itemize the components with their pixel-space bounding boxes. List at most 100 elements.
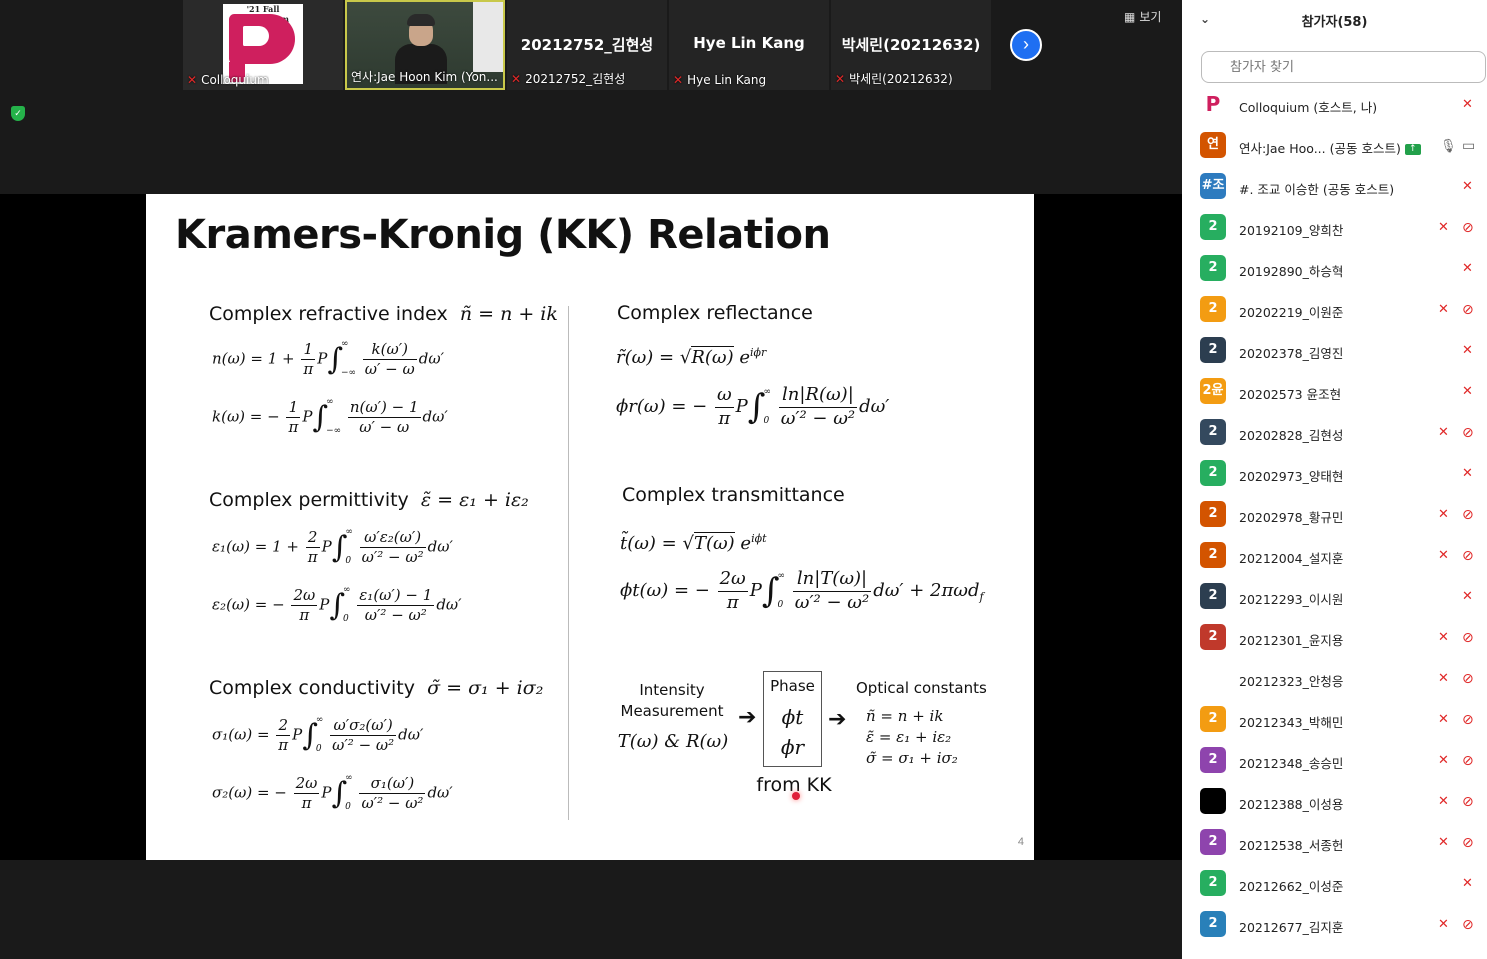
- camera-off-icon[interactable]: ⊘: [1462, 547, 1474, 564]
- participant-row[interactable]: 2 20202973_양태현 ✕: [1182, 453, 1487, 494]
- camera-icon[interactable]: ▭: [1462, 137, 1475, 154]
- participant-row[interactable]: 20212388_이성용 ✕ ⊘: [1182, 781, 1487, 822]
- camera-off-icon[interactable]: ⊘: [1462, 629, 1474, 646]
- camera-off-icon[interactable]: ⊘: [1462, 424, 1474, 441]
- mic-muted-icon[interactable]: ✕: [1438, 752, 1449, 768]
- participant-name-text: Colloquium (호스트, 나): [1239, 100, 1378, 115]
- camera-off-icon[interactable]: ⊘: [1462, 711, 1474, 728]
- participant-row[interactable]: 2 20212662_이성준 ✕: [1182, 863, 1487, 904]
- participant-row[interactable]: 2 20212538_서종헌 ✕ ⊘: [1182, 822, 1487, 863]
- security-shield-icon[interactable]: ✓: [11, 106, 25, 121]
- mic-muted-icon[interactable]: ✕: [1462, 588, 1473, 604]
- camera-off-icon[interactable]: ⊘: [1462, 793, 1474, 810]
- participant-name-text: 20212323_안청응: [1239, 674, 1344, 689]
- participant-row[interactable]: 2 20212343_박해민 ✕ ⊘: [1182, 699, 1487, 740]
- participant-name: 20212388_이성용: [1239, 794, 1343, 813]
- participant-row[interactable]: 2 20212677_김지훈 ✕ ⊘: [1182, 904, 1487, 945]
- mic-muted-icon[interactable]: ✕: [1438, 301, 1449, 317]
- avatar: 2: [1200, 542, 1226, 568]
- participants-panel: ⌄ 참가자(58) P Colloquium (호스트, 나) ✕ 연 연사:Jae H…: [1182, 0, 1487, 959]
- tile-name: 연사:Jae Hoon Kim (Yon...: [351, 70, 498, 84]
- participant-name: Colloquium (호스트, 나): [1239, 97, 1377, 116]
- mic-muted-icon[interactable]: ✕: [1438, 793, 1449, 809]
- camera-off-icon[interactable]: ⊘: [1462, 219, 1474, 236]
- slide-page-number: 4: [1017, 836, 1024, 848]
- participant-row[interactable]: 2 20202378_김영진 ✕: [1182, 330, 1487, 371]
- participant-name: 20192109_양희찬: [1239, 220, 1343, 239]
- mic-muted-icon[interactable]: ✕: [1462, 875, 1473, 891]
- camera-off-icon[interactable]: ⊘: [1462, 301, 1474, 318]
- mic-muted-icon[interactable]: ✕: [1438, 916, 1449, 932]
- participant-row[interactable]: 2 20212301_윤지용 ✕ ⊘: [1182, 617, 1487, 658]
- chevron-down-icon[interactable]: ⌄: [1200, 12, 1210, 26]
- participant-row[interactable]: 2윤 20202573 윤조현 ✕: [1182, 371, 1487, 412]
- view-button[interactable]: ▦ 보기: [1124, 8, 1161, 25]
- equation-sigma2: σ₂(ω) = − 2ω π P∫ ∞ 0 σ₁(ω′) ω′² − ω² dω′: [212, 773, 453, 813]
- avatar: #조: [1200, 173, 1226, 199]
- participant-name: 20212301_윤지용: [1239, 630, 1343, 649]
- participant-row[interactable]: 2 20202219_이원준 ✕ ⊘: [1182, 289, 1487, 330]
- participant-row[interactable]: #조 #. 조교 이승한 (공동 호스트) ✕: [1182, 166, 1487, 207]
- intensity-label-2: Measurement: [620, 702, 724, 720]
- avatar: 2: [1200, 747, 1226, 773]
- equation-eps1: ε₁(ω) = 1 + 2 π P∫ ∞ 0 ω′ε₂(ω′) ω′² − ω² dω′: [212, 527, 453, 567]
- mic-muted-icon[interactable]: ✕: [1438, 506, 1449, 522]
- mic-muted-icon[interactable]: ✕: [1438, 834, 1449, 850]
- slide-title: Kramers-Kronig (KK) Relation: [175, 212, 831, 258]
- colloquium-logo: '21 Fall Colloquium: [223, 4, 303, 84]
- participant-row[interactable]: 2 20212004_설지훈 ✕ ⊘: [1182, 535, 1487, 576]
- mic-muted-icon[interactable]: ✕: [1438, 670, 1449, 686]
- mic-muted-icon[interactable]: ✕: [1438, 219, 1449, 235]
- intensity-vars: T(ω) & R(ω): [617, 731, 729, 752]
- mic-muted-icon[interactable]: ✕: [1462, 465, 1473, 481]
- avatar: 2: [1200, 255, 1226, 281]
- participant-search-input[interactable]: [1201, 51, 1486, 83]
- mic-muted-icon[interactable]: ✕: [1438, 547, 1449, 563]
- participant-row[interactable]: 2 20212348_송승민 ✕ ⊘: [1182, 740, 1487, 781]
- slide-divider: [568, 306, 569, 820]
- video-tile-speaker[interactable]: 연사:Jae Hoon Kim (Yon...: [345, 0, 505, 90]
- participant-name-text: 20202978_황규민: [1239, 510, 1344, 525]
- camera-off-icon[interactable]: ⊘: [1462, 506, 1474, 523]
- camera-off-icon[interactable]: ⊘: [1462, 916, 1474, 933]
- mic-muted-icon[interactable]: ✕: [1462, 260, 1473, 276]
- participant-row[interactable]: 2 20212293_이시원 ✕: [1182, 576, 1487, 617]
- camera-off-icon[interactable]: ⊘: [1462, 670, 1474, 687]
- participant-list: P Colloquium (호스트, 나) ✕ 연 연사:Jae Hoo... (공동 …: [1182, 84, 1487, 945]
- video-tile-participant[interactable]: 20212752_김현성 ✕ 20212752_김현성: [507, 0, 667, 90]
- camera-off-icon[interactable]: ⊘: [1462, 834, 1474, 851]
- participant-name: 20212293_이시원: [1239, 589, 1343, 608]
- bottom-area: [0, 860, 1182, 959]
- mic-icon[interactable]: 🎙: [1440, 138, 1457, 154]
- video-tile-participant[interactable]: 박세린(20212632) ✕ 박세린(20212632): [831, 0, 991, 90]
- chevron-right-icon[interactable]: ›: [1010, 29, 1042, 61]
- avatar: 2: [1200, 911, 1226, 937]
- mic-muted-icon[interactable]: ✕: [1438, 629, 1449, 645]
- participant-row[interactable]: 2 20202978_황규민 ✕ ⊘: [1182, 494, 1487, 535]
- participant-row[interactable]: 2 20192890_하승혁 ✕: [1182, 248, 1487, 289]
- participant-row[interactable]: P Colloquium (호스트, 나) ✕: [1182, 84, 1487, 125]
- video-tile-participant[interactable]: Hye Lin Kang ✕ Hye Lin Kang: [669, 0, 829, 90]
- mic-muted-icon[interactable]: ✕: [1462, 178, 1473, 194]
- participant-row[interactable]: 2 20202828_김현성 ✕ ⊘: [1182, 412, 1487, 453]
- mic-muted-icon[interactable]: ✕: [1462, 383, 1473, 399]
- mic-muted-icon[interactable]: ✕: [1438, 424, 1449, 440]
- participant-name: 연사:Jae Hoo... (공동 호스트) ↑: [1239, 138, 1421, 157]
- mic-muted-icon: ✕: [511, 71, 522, 86]
- participant-row[interactable]: 연 연사:Jae Hoo... (공동 호스트) ↑ 🎙 ▭: [1182, 125, 1487, 166]
- section-conductivity: Complex conductivity σ̃ = σ₁ + iσ₂: [209, 677, 544, 699]
- camera-off-icon[interactable]: ⊘: [1462, 752, 1474, 769]
- participant-name: 20202978_황규민: [1239, 507, 1343, 526]
- mic-muted-icon[interactable]: ✕: [1438, 711, 1449, 727]
- participant-row[interactable]: 20212323_안청응 ✕ ⊘: [1182, 658, 1487, 699]
- video-tile-colloquium[interactable]: '21 Fall Colloquium ✕ Colloquium: [183, 0, 343, 90]
- equation-t-tilde: t̃(ω) = √T(ω) eiϕt: [620, 532, 767, 554]
- participant-name: #. 조교 이승한 (공동 호스트): [1239, 179, 1394, 198]
- avatar: 2: [1200, 460, 1226, 486]
- mic-muted-icon[interactable]: ✕: [1462, 96, 1473, 112]
- mic-muted-icon[interactable]: ✕: [1462, 342, 1473, 358]
- participant-row[interactable]: 2 20192109_양희찬 ✕ ⊘: [1182, 207, 1487, 248]
- avatar: 2: [1200, 501, 1226, 527]
- avatar: 2: [1200, 706, 1226, 732]
- participant-name-text: 20212293_이시원: [1239, 592, 1344, 607]
